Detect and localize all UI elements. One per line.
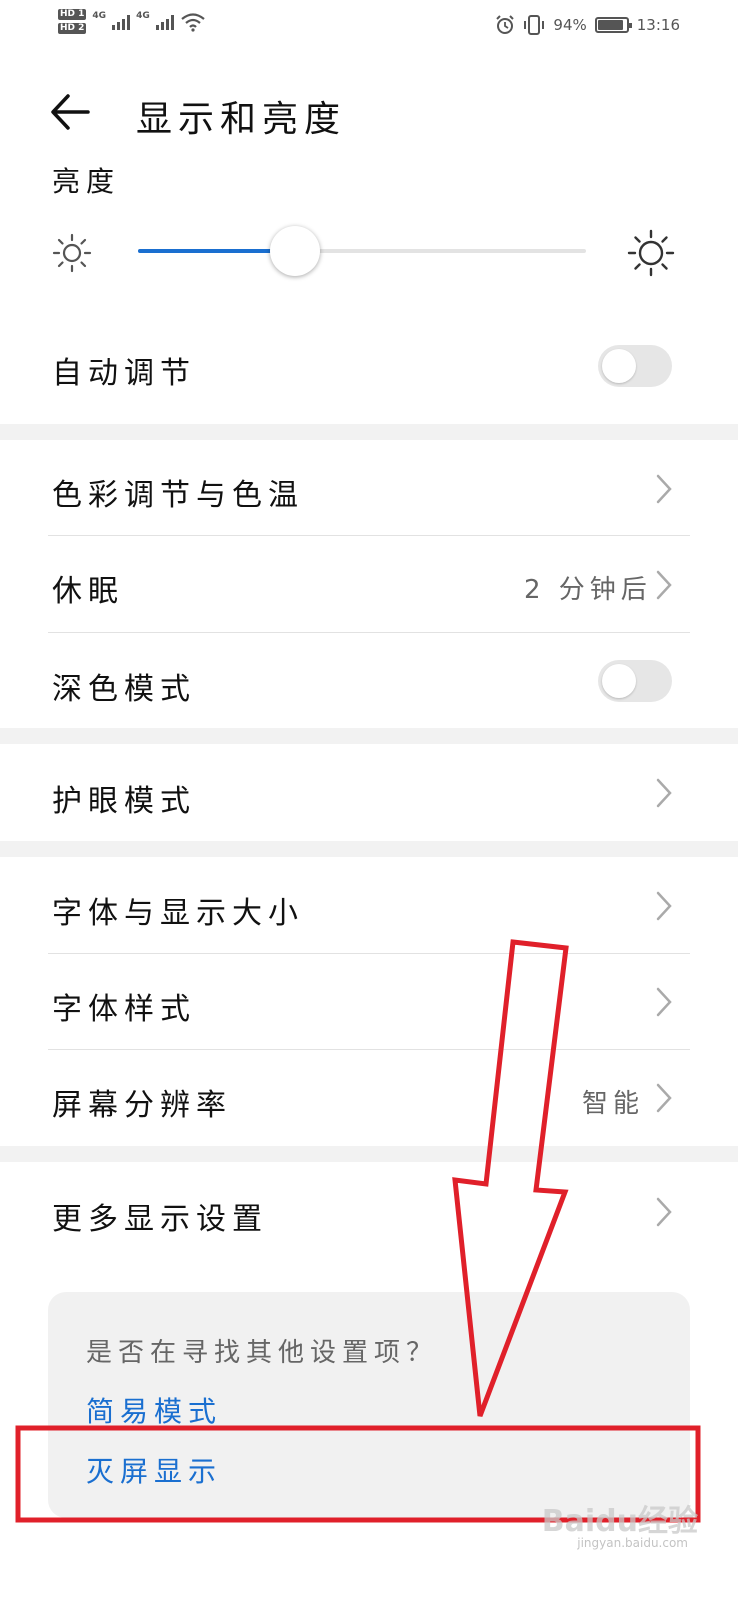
sun-large-icon (627, 229, 675, 277)
wifi-icon (181, 12, 205, 32)
vibrate-icon (524, 15, 545, 35)
status-bar: HD 1 HD 2 4G 4G 94% 13:16 (0, 0, 738, 50)
font-style-label[interactable]: 字体样式 (52, 984, 196, 1028)
alarm-icon (496, 15, 515, 34)
watermark-url: jingyan.baidu.com (577, 1536, 688, 1550)
auto-adjust-toggle[interactable] (598, 345, 672, 387)
eye-care-label[interactable]: 护眼模式 (52, 776, 196, 820)
sun-small-icon (52, 233, 92, 273)
divider (48, 535, 690, 536)
section-gap (0, 841, 738, 857)
app-bar: 显示和亮度 (0, 70, 738, 150)
chevron-right-icon (656, 1083, 672, 1113)
network-type-1: 4G (92, 10, 107, 21)
resolution-label[interactable]: 屏幕分辨率 (52, 1080, 232, 1124)
hd-indicators: HD 1 HD 2 (58, 9, 87, 34)
dark-mode-toggle[interactable] (598, 660, 672, 702)
hint-card: 是否在寻找其他设置项？ 简易模式 灭屏显示 (48, 1292, 690, 1518)
battery-percent: 94% (553, 16, 587, 34)
brightness-slider[interactable] (138, 226, 586, 276)
aod-link[interactable]: 灭屏显示 (86, 1450, 222, 1490)
resolution-value: 智能 (582, 1089, 645, 1119)
auto-adjust-label: 自动调节 (52, 356, 196, 391)
chevron-right-icon (656, 987, 672, 1017)
hd2-badge: HD 2 (58, 23, 87, 34)
battery-icon (594, 17, 632, 33)
section-gap (0, 728, 738, 744)
clock: 13:16 (636, 16, 680, 34)
font-size-label[interactable]: 字体与显示大小 (52, 888, 304, 932)
hint-question: 是否在寻找其他设置项？ (86, 1338, 439, 1368)
divider (48, 953, 690, 954)
signal-icon (155, 14, 174, 30)
hd1-badge: HD 1 (58, 9, 87, 20)
brightness-slider-thumb[interactable] (269, 226, 320, 276)
brightness-label: 亮度 (52, 165, 121, 198)
section-gap (0, 424, 738, 440)
more-display-label[interactable]: 更多显示设置 (52, 1194, 268, 1238)
simple-mode-link[interactable]: 简易模式 (86, 1390, 222, 1430)
dark-mode-label: 深色模式 (52, 672, 196, 707)
network-type-2: 4G (136, 10, 150, 21)
arrow-left-icon[interactable] (48, 90, 92, 134)
chevron-right-icon (656, 570, 672, 600)
chevron-right-icon (656, 1197, 672, 1227)
sleep-value: 2 分钟后 (524, 575, 652, 605)
section-gap (0, 1146, 738, 1162)
color-temp-label[interactable]: 色彩调节与色温 (52, 470, 304, 514)
sleep-label[interactable]: 休眠 (52, 566, 124, 610)
page-title: 显示和亮度 (136, 99, 347, 140)
signal-icon (112, 14, 131, 30)
divider (48, 1049, 690, 1050)
chevron-right-icon (656, 778, 672, 808)
chevron-right-icon (656, 891, 672, 921)
status-right: 94% 13:16 (495, 14, 680, 36)
divider (48, 632, 690, 633)
chevron-right-icon (656, 474, 672, 504)
status-left: HD 1 HD 2 4G 4G (58, 9, 206, 34)
watermark-logo: Baidu经验 (541, 1504, 698, 1539)
